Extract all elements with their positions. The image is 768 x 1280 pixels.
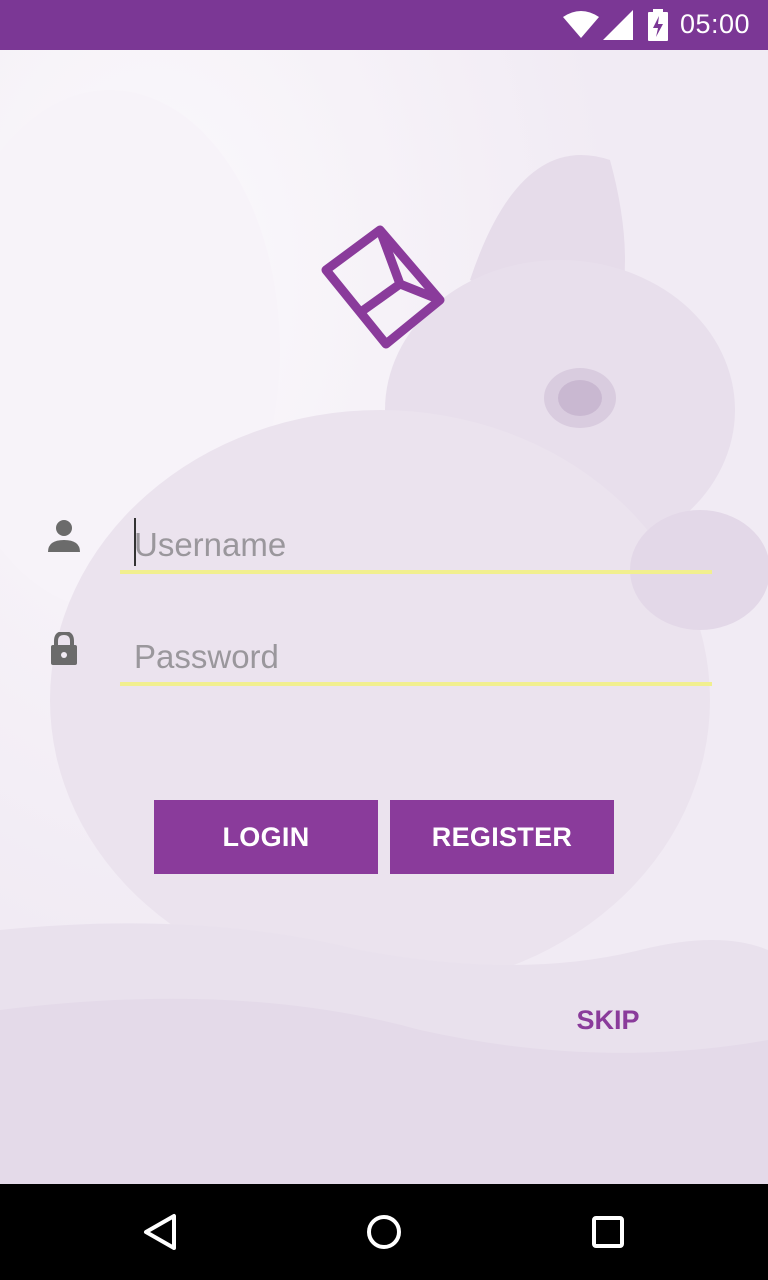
wifi-icon [563,11,599,38]
skip-button[interactable]: SKIP [568,998,648,1042]
lock-icon [51,632,77,665]
background-photo [0,50,768,1184]
text-caret [134,518,136,566]
password-input[interactable] [134,634,694,680]
recents-icon[interactable] [584,1208,632,1256]
navigation-bar [0,1184,768,1280]
username-field[interactable] [120,510,712,574]
status-bar: 05:00 [0,0,768,50]
person-icon [48,520,80,552]
signal-icon [603,10,633,40]
battery-charging-icon [648,9,668,41]
register-button[interactable]: REGISTER [390,800,614,874]
home-icon[interactable] [360,1208,408,1256]
back-icon[interactable] [136,1208,184,1256]
login-button[interactable]: LOGIN [154,800,378,874]
cube-logo-icon [321,225,445,349]
status-time: 05:00 [680,9,751,39]
username-input[interactable] [134,522,694,568]
password-field[interactable] [120,622,712,686]
